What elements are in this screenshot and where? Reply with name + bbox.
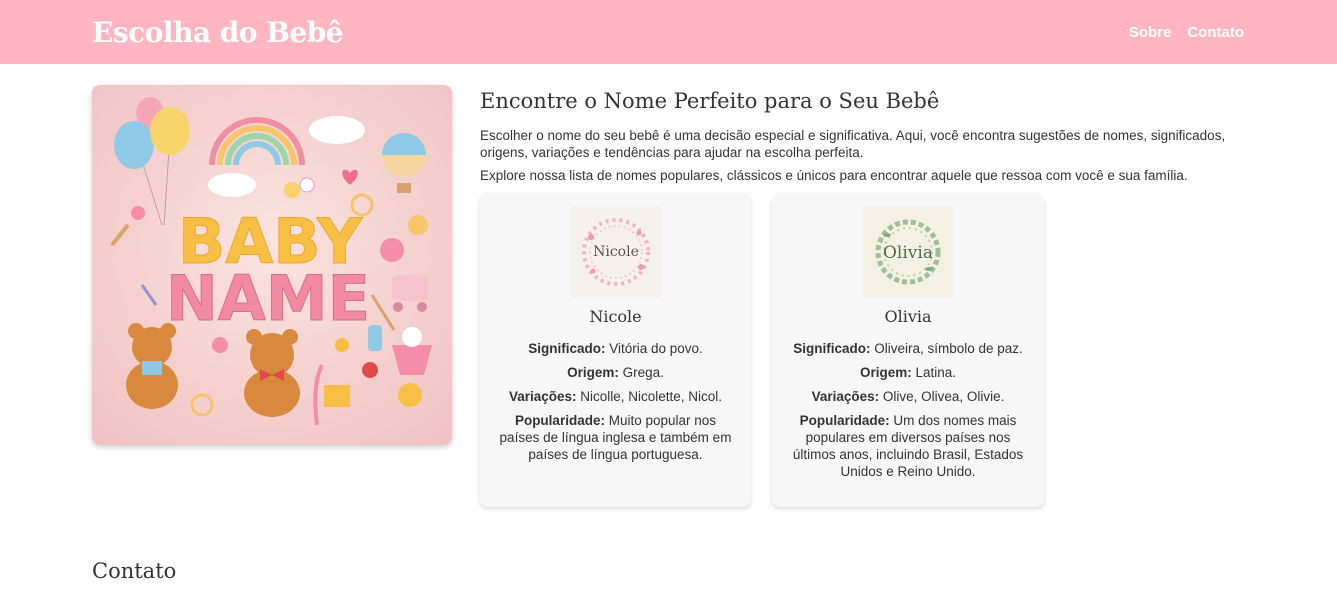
nav-link-contato[interactable]: Contato xyxy=(1187,24,1244,41)
popularity-row: Popularidade: Muito popular nos países d… xyxy=(494,412,737,463)
main-section: BABY NAME Encontre o Nome Perfeito para … xyxy=(0,64,1337,507)
nav-link-sobre[interactable]: Sobre xyxy=(1129,24,1172,41)
meaning-value: Oliveira, símbolo de paz. xyxy=(874,341,1023,356)
page-title: Encontre o Nome Perfeito para o Seu Bebê xyxy=(480,89,940,113)
popularity-label: Popularidade: xyxy=(799,413,890,428)
floral-wreath-icon: Nicole xyxy=(570,207,661,297)
hero-image: BABY NAME xyxy=(92,85,452,445)
name-thumbnail: Olivia xyxy=(863,207,953,297)
origin-row: Origem: Latina. xyxy=(786,364,1030,381)
intro-paragraph-1: Escolher o nome do seu bebê é uma decisã… xyxy=(480,128,1226,160)
brand-logo[interactable]: Escolha do Bebê xyxy=(92,16,344,49)
variations-row: Variações: Nicolle, Nicolette, Nicol. xyxy=(494,388,737,405)
hero-text-name: NAME xyxy=(166,262,370,335)
origin-label: Origem: xyxy=(567,365,619,380)
origin-value: Latina. xyxy=(915,365,957,380)
name-card[interactable]: Olivia Olivia Significado: Oliveira, sím… xyxy=(772,193,1044,507)
name-cards: Nicole Nicole Significado: Vitória do po… xyxy=(480,193,1245,507)
intro-section: Encontre o Nome Perfeito para o Seu Bebê… xyxy=(480,85,1245,507)
meaning-label: Significado: xyxy=(528,341,606,356)
variations-value: Olive, Olivea, Olivie. xyxy=(882,389,1005,404)
origin-label: Origem: xyxy=(859,365,912,380)
variations-value: Nicolle, Nicolette, Nicol. xyxy=(580,389,723,404)
variations-row: Variações: Olive, Olivea, Olivie. xyxy=(786,388,1030,405)
popularity-row: Popularidade: Um dos nomes mais populare… xyxy=(786,412,1030,480)
origin-row: Origem: Grega. xyxy=(494,364,737,381)
contact-heading: Contato xyxy=(92,559,177,583)
intro-paragraph-2: Explore nossa lista de nomes populares, … xyxy=(480,168,1188,183)
meaning-label: Significado: xyxy=(793,341,871,356)
name-title: Nicole xyxy=(589,307,642,326)
meaning-row: Significado: Vitória do povo. xyxy=(494,340,737,357)
name-title: Olivia xyxy=(884,307,932,326)
name-thumbnail: Nicole xyxy=(570,207,661,297)
meaning-value: Vitória do povo. xyxy=(609,341,703,356)
thumbnail-text: Nicole xyxy=(593,244,639,260)
variations-label: Variações: xyxy=(811,389,880,404)
site-header: Escolha do Bebê Sobre Contato xyxy=(0,0,1337,64)
baby-name-illustration-icon: BABY NAME xyxy=(92,85,452,445)
name-card[interactable]: Nicole Nicole Significado: Vitória do po… xyxy=(480,193,751,507)
origin-value: Grega. xyxy=(622,365,664,380)
meaning-row: Significado: Oliveira, símbolo de paz. xyxy=(786,340,1030,357)
top-nav: Sobre Contato xyxy=(1129,24,1244,41)
variations-label: Variações: xyxy=(508,389,577,404)
popularity-label: Popularidade: xyxy=(514,413,605,428)
thumbnail-text: Olivia xyxy=(883,243,933,263)
leaf-wreath-icon: Olivia xyxy=(863,207,953,297)
